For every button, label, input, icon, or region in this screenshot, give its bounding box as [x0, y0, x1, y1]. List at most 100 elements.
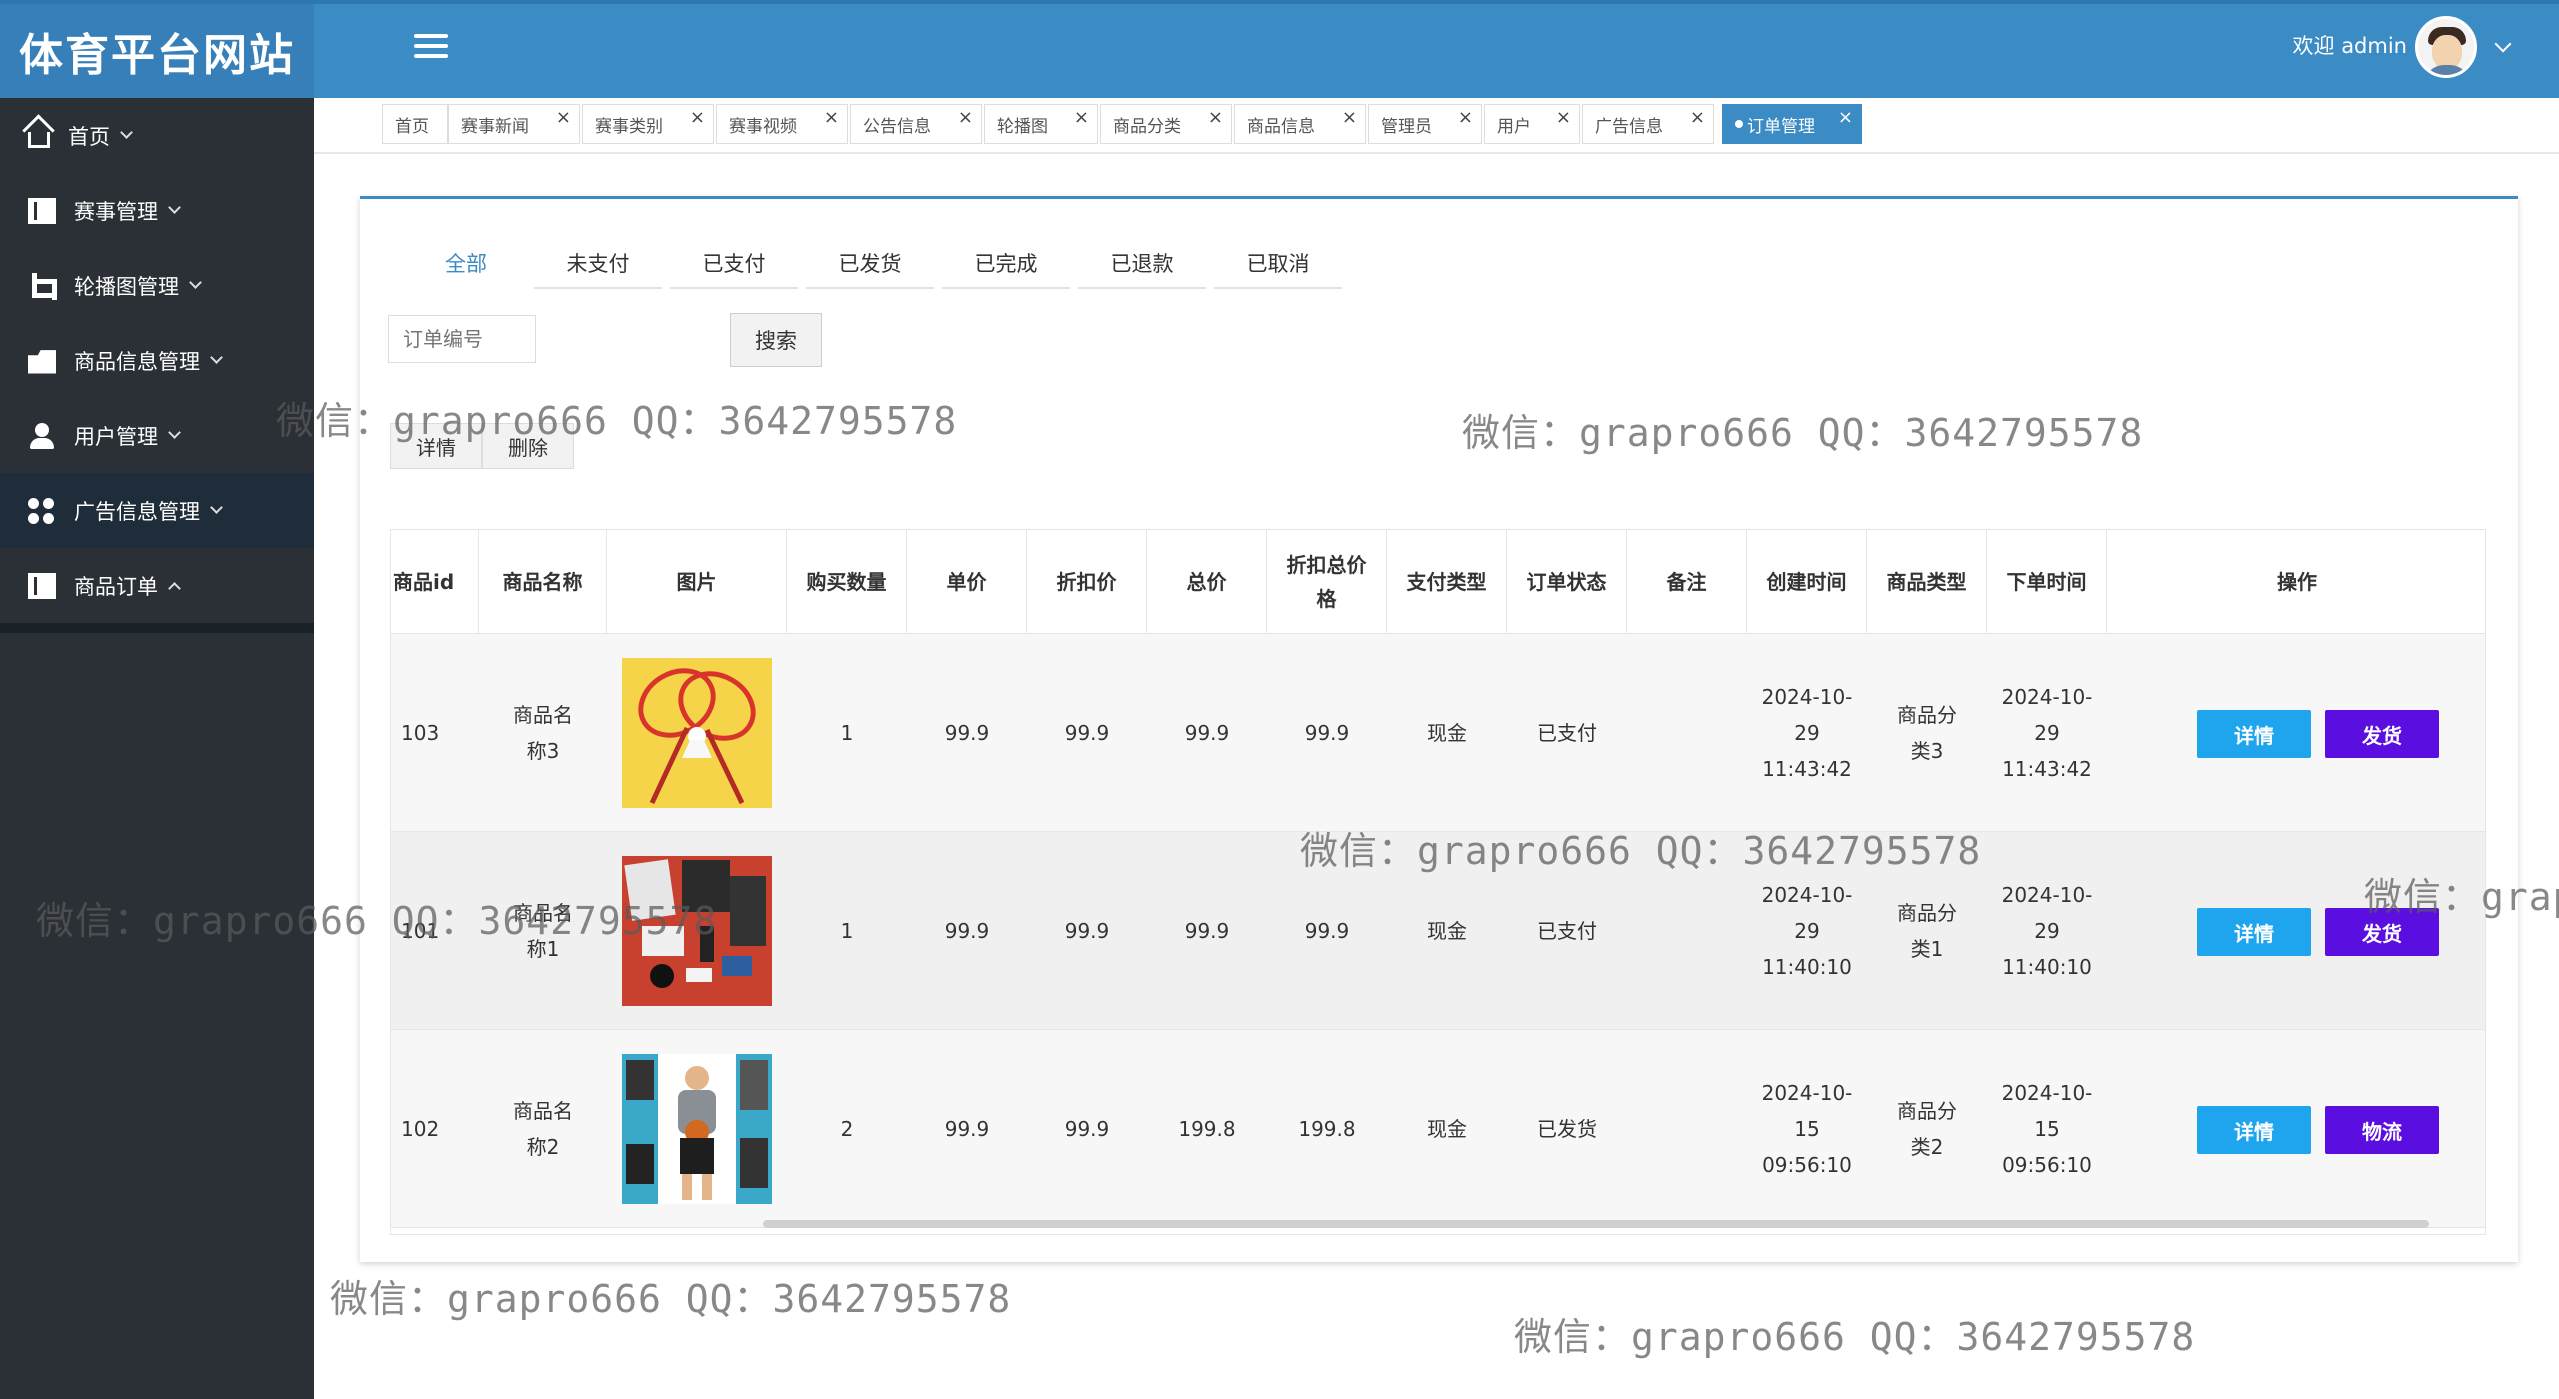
tab-users[interactable]: 用户 × [1484, 104, 1580, 144]
table-header: 商品id 商品名称 图片 购买数量 单价 折扣价 总价 折扣总价格 支付类型 订… [391, 530, 2485, 634]
sidebar-item-label: 商品信息管理 [74, 349, 200, 374]
cell-price: 99.9 [944, 919, 990, 943]
column-header: 商品名称 [479, 530, 607, 634]
close-icon[interactable]: × [1458, 107, 1473, 128]
search-button[interactable]: 搜索 [730, 313, 822, 367]
detail-button[interactable]: 详情 [2197, 1106, 2311, 1154]
tab-ads[interactable]: 广告信息 × [1582, 104, 1714, 144]
status-tab-all[interactable]: 全部 [406, 239, 526, 289]
watermark: 微信：grapro666 QQ：3642795578 [1300, 829, 1982, 873]
order-panel: 全部 未支付 已支付 已发货 已完成 已退款 已取消 搜索 详情 删除 商品id… [360, 196, 2518, 1262]
tab-label: 广告信息 [1595, 116, 1663, 137]
tab-label: 赛事新闻 [461, 116, 529, 137]
tab-admin[interactable]: 管理员 × [1368, 104, 1482, 144]
menu-toggle-icon[interactable] [414, 34, 448, 64]
tab-home[interactable]: 首页 [382, 104, 448, 144]
status-tab-paid[interactable]: 已支付 [670, 239, 798, 289]
watermark: 微信：grapro666 QQ：3642795578 [1462, 411, 2144, 455]
tab-product-info[interactable]: 商品信息 × [1234, 104, 1366, 144]
column-header: 总价 [1147, 530, 1267, 634]
close-icon[interactable]: × [1556, 107, 1571, 128]
horizontal-scrollbar[interactable] [763, 1220, 2429, 1228]
sidebar-item-orders[interactable]: 商品订单 [0, 548, 314, 623]
grid-icon [28, 497, 56, 524]
detail-button[interactable]: 详情 [2197, 710, 2311, 758]
sidebar-item-home[interactable]: 首页 [0, 98, 314, 173]
sidebar-item-label: 首页 [68, 124, 110, 149]
close-icon[interactable]: × [556, 107, 571, 128]
column-header: 购买数量 [787, 530, 907, 634]
close-icon[interactable]: × [690, 107, 705, 128]
close-icon[interactable]: × [1208, 107, 1223, 128]
sidebar-item-ads[interactable]: 广告信息管理 [0, 473, 314, 548]
order-number-input[interactable] [388, 315, 536, 363]
sidebar-item-users[interactable]: 用户管理 [0, 398, 314, 473]
sidebar-item-events[interactable]: 赛事管理 [0, 173, 314, 248]
folder-icon [28, 350, 56, 374]
cell-ordered: 2024-10-29 11:40:10 [2001, 883, 2093, 979]
tab-product-category[interactable]: 商品分类 × [1100, 104, 1232, 144]
tab-event-video[interactable]: 赛事视频 × [716, 104, 848, 144]
column-header: 支付类型 [1387, 530, 1507, 634]
tab-order-management[interactable]: 订单管理 × [1722, 104, 1862, 144]
ship-button[interactable]: 发货 [2325, 710, 2439, 758]
sidebar-item-carousel[interactable]: 轮播图管理 [0, 248, 314, 323]
tab-carousel[interactable]: 轮播图 × [984, 104, 1098, 144]
chevron-down-icon [210, 351, 223, 364]
site-title: 体育平台网站 [19, 30, 295, 81]
close-icon[interactable]: × [958, 107, 973, 128]
close-icon[interactable]: × [1690, 107, 1705, 128]
tab-label: 订单管理 [1747, 116, 1815, 137]
cell-id: 102 [401, 1117, 440, 1141]
logistics-button[interactable]: 物流 [2325, 1106, 2439, 1154]
tab-notice[interactable]: 公告信息 × [850, 104, 982, 144]
tab-label: 轮播图 [997, 116, 1048, 137]
status-tab-shipped[interactable]: 已发货 [806, 239, 934, 289]
tab-label: 用户 [1497, 116, 1531, 137]
column-header: 单价 [907, 530, 1027, 634]
cell-ordered: 2024-10-15 09:56:10 [2001, 1081, 2093, 1177]
cell-total: 99.9 [1184, 721, 1230, 745]
tab-event-category[interactable]: 赛事类别 × [582, 104, 714, 144]
watermark: 微信：grapro666 QQ：3642795578 [276, 399, 958, 443]
tab-label: 管理员 [1381, 116, 1432, 137]
top-header: 体育平台网站 欢迎 admin [0, 0, 2559, 98]
watermark: 微信：grap [2364, 875, 2559, 919]
brand-area: 体育平台网站 [0, 4, 314, 98]
user-avatar[interactable] [2415, 16, 2477, 78]
basketball-player-image [622, 1054, 772, 1204]
status-tab-refunded[interactable]: 已退款 [1078, 239, 1206, 289]
active-dot-icon [1735, 120, 1743, 128]
column-header: 备注 [1627, 530, 1747, 634]
cell-total: 99.9 [1184, 919, 1230, 943]
close-icon[interactable]: × [1838, 107, 1853, 128]
sidebar: 首页 赛事管理 轮播图管理 商品信息管理 用户管理 广告信息管理 商品订单 [0, 98, 314, 1399]
status-tab-completed[interactable]: 已完成 [942, 239, 1070, 289]
table-row: 102 商品名称2 2 99.9 99.9 199.8 199.8 现金 已发货… [391, 1030, 2485, 1228]
chevron-down-icon[interactable] [2494, 35, 2512, 53]
status-tab-cancelled[interactable]: 已取消 [1214, 239, 1342, 289]
cell-category: 商品分类2 [1897, 1099, 1957, 1159]
sidebar-item-label: 用户管理 [74, 424, 158, 449]
cell-quantity: 1 [840, 721, 854, 745]
column-header: 商品id [391, 530, 479, 634]
close-icon[interactable]: × [824, 107, 839, 128]
watermark: 微信：grapro666 QQ：3642795578 [36, 899, 718, 943]
close-icon[interactable]: × [1342, 107, 1357, 128]
status-tab-unpaid[interactable]: 未支付 [534, 239, 662, 289]
cell-discount: 99.9 [1064, 1117, 1110, 1141]
tab-label: 首页 [395, 116, 429, 137]
close-icon[interactable]: × [1074, 107, 1089, 128]
column-header: 创建时间 [1747, 530, 1867, 634]
watermark: 微信：grapro666 QQ：3642795578 [1514, 1315, 2196, 1359]
chevron-down-icon [189, 276, 202, 289]
cell-discount: 99.9 [1064, 919, 1110, 943]
tab-event-news[interactable]: 赛事新闻 × [448, 104, 580, 144]
sidebar-item-products[interactable]: 商品信息管理 [0, 323, 314, 398]
tabs-bar: 首页 赛事新闻 × 赛事类别 × 赛事视频 × 公告信息 × 轮播图 × 商品分类 × 商品… [314, 98, 2559, 154]
column-header: 折扣价 [1027, 530, 1147, 634]
cell-id: 103 [401, 721, 440, 745]
book-icon [28, 197, 56, 224]
detail-button[interactable]: 详情 [2197, 908, 2311, 956]
cell-created: 2024-10-29 11:43:42 [1761, 685, 1853, 781]
